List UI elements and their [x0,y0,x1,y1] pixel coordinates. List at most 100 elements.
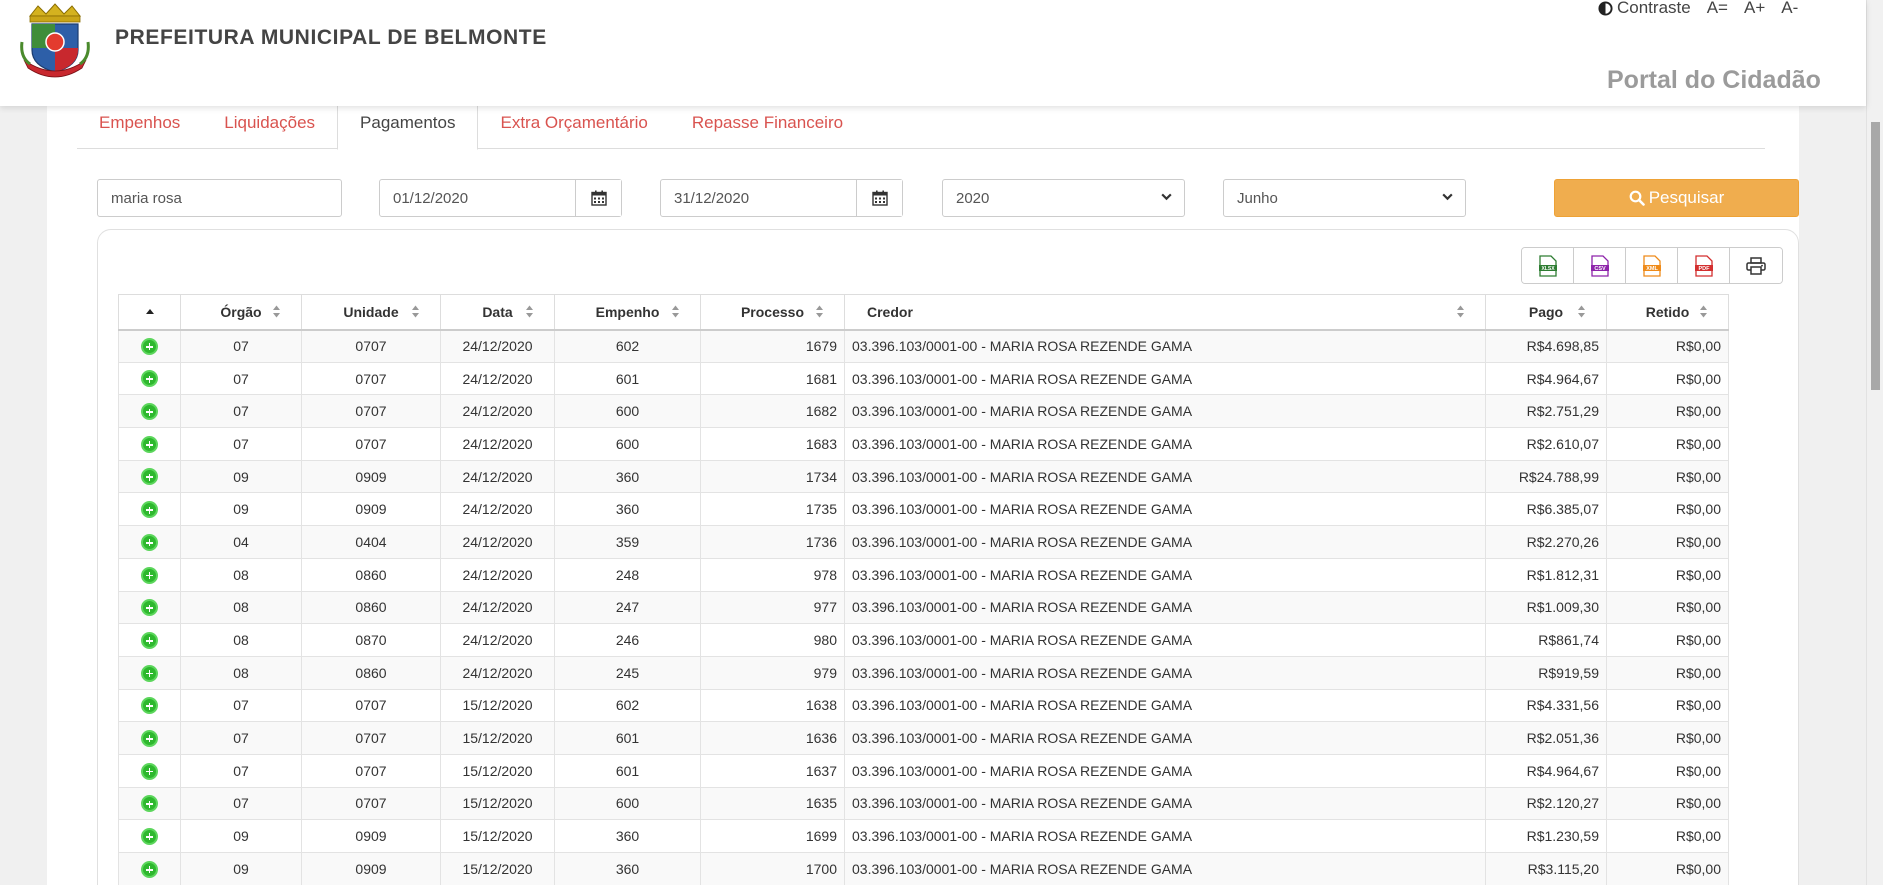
xlsx-icon: XLSX [1538,254,1557,277]
cell-retido: R$0,00 [1606,753,1729,788]
contrast-toggle[interactable]: Contraste [1598,0,1691,18]
expand-row-plus-icon[interactable] [141,795,158,813]
date-to-calendar-button[interactable] [856,180,902,216]
expand-row-plus-icon[interactable] [141,337,158,355]
column-header-orgao[interactable]: Órgão [180,294,302,331]
tab-repasse-financeiro[interactable]: Repasse Financeiro [670,106,865,149]
table-row[interactable]: 07 0707 15/12/2020 602 1638 03.396.103/0001-0… [118,688,1729,723]
tab-liquidacoes[interactable]: Liquidações [202,106,337,149]
cell-processo: 978 [700,557,845,592]
results-panel: XLSX CSV XML PDF Órgão Unidade Data Empe… [97,229,1799,885]
column-header-label: Empenho [595,303,660,320]
date-from-input[interactable] [380,180,576,216]
site-title: PREFEITURA MUNICIPAL DE BELMONTE [115,26,547,49]
table-row[interactable]: 07 0707 15/12/2020 601 1637 03.396.103/0001-0… [118,753,1729,788]
cell-data: 15/12/2020 [440,852,555,885]
cell-pago: R$2.120,27 [1485,786,1607,821]
site-header: PREFEITURA MUNICIPAL DE BELMONTE Contras… [0,0,1866,106]
year-select[interactable]: 2020 [943,180,1184,216]
expand-cell [118,688,181,723]
year-select-wrapper: 2020 [942,179,1185,217]
expand-row-plus-icon[interactable] [141,370,158,388]
expand-row-plus-icon[interactable] [141,729,158,747]
font-reset-button[interactable]: A= [1707,0,1728,18]
column-header-label: Unidade [343,303,399,320]
expand-row-plus-icon[interactable] [141,435,158,453]
column-header-credor[interactable]: Credor [844,294,1486,331]
column-header-processo[interactable]: Processo [700,294,845,331]
table-body: 07 0707 24/12/2020 602 1679 03.396.103/0001-0… [118,329,1729,885]
expand-row-plus-icon[interactable] [141,599,158,617]
cell-orgao: 07 [180,361,302,396]
cell-processo: 977 [700,590,845,625]
table-row[interactable]: 07 0707 15/12/2020 601 1636 03.396.103/0001-0… [118,721,1729,755]
table-row[interactable]: 09 0909 15/12/2020 360 1700 03.396.103/0001-0… [118,852,1729,885]
expand-row-plus-icon[interactable] [141,664,158,682]
export-xml-button[interactable]: XML [1626,248,1678,283]
sort-both-icon [526,305,533,318]
cell-data: 15/12/2020 [440,753,555,788]
expand-row-plus-icon[interactable] [141,533,158,551]
column-header-unidade[interactable]: Unidade [301,294,441,331]
cell-processo: 1682 [700,394,845,429]
date-to-input[interactable] [661,180,857,216]
table-row[interactable]: 08 0870 24/12/2020 246 980 03.396.103/0001-00… [118,623,1729,657]
table-row[interactable]: 09 0909 24/12/2020 360 1734 03.396.103/0001-0… [118,459,1729,494]
table-row[interactable]: 08 0860 24/12/2020 247 977 03.396.103/0001-00… [118,590,1729,625]
cell-pago: R$2.051,36 [1485,721,1607,755]
expand-cell [118,590,181,625]
expand-row-plus-icon[interactable] [141,828,158,846]
cell-empenho: 360 [554,819,701,853]
city-coat-of-arms-logo[interactable] [20,2,90,78]
table-row[interactable]: 07 0707 24/12/2020 602 1679 03.396.103/0001-0… [118,329,1729,363]
table-row[interactable]: 04 0404 24/12/2020 359 1736 03.396.103/0001-0… [118,525,1729,559]
expand-row-plus-icon[interactable] [141,403,158,421]
expand-row-plus-icon[interactable] [141,631,158,649]
scrollbar-thumb[interactable] [1871,122,1880,390]
table-row[interactable]: 08 0860 24/12/2020 248 978 03.396.103/0001-00… [118,557,1729,592]
cell-processo: 1699 [700,819,845,853]
column-header-empenho[interactable]: Empenho [554,294,701,331]
cell-pago: R$1.230,59 [1485,819,1607,853]
expand-row-plus-icon[interactable] [141,501,158,519]
column-header-data[interactable]: Data [440,294,555,331]
cell-data: 15/12/2020 [440,721,555,755]
tab-extra-orcamentario[interactable]: Extra Orçamentário [478,106,669,149]
expand-cell [118,819,181,853]
table-row[interactable]: 09 0909 24/12/2020 360 1735 03.396.103/0001-0… [118,492,1729,527]
expand-row-plus-icon[interactable] [141,697,158,715]
expand-row-plus-icon[interactable] [141,860,158,878]
cell-data: 24/12/2020 [440,557,555,592]
cell-orgao: 07 [180,427,302,461]
expand-row-plus-icon[interactable] [141,762,158,780]
table-row[interactable]: 07 0707 15/12/2020 600 1635 03.396.103/0001-0… [118,786,1729,821]
tab-pagamentos[interactable]: Pagamentos [337,106,479,150]
export-csv-button[interactable]: CSV [1574,248,1626,283]
font-decrease-button[interactable]: A- [1781,0,1798,18]
month-select[interactable]: Junho [1224,180,1465,216]
cell-retido: R$0,00 [1606,786,1729,821]
table-row[interactable]: 07 0707 24/12/2020 601 1681 03.396.103/0001-0… [118,361,1729,396]
date-from-calendar-button[interactable] [575,180,621,216]
column-header-retido[interactable]: Retido [1606,294,1729,331]
table-row[interactable]: 08 0860 24/12/2020 245 979 03.396.103/0001-00… [118,655,1729,690]
expand-row-plus-icon[interactable] [141,468,158,486]
table-row[interactable]: 09 0909 15/12/2020 360 1699 03.396.103/0001-0… [118,819,1729,853]
export-xlsx-button[interactable]: XLSX [1522,248,1574,283]
cell-empenho: 248 [554,557,701,592]
cell-retido: R$0,00 [1606,459,1729,494]
expand-column-header[interactable] [118,294,181,331]
expand-row-plus-icon[interactable] [141,566,158,584]
portal-title: Portal do Cidadão [1607,66,1821,94]
table-row[interactable]: 07 0707 24/12/2020 600 1683 03.396.103/0001-0… [118,427,1729,461]
tab-empenhos[interactable]: Empenhos [77,106,202,149]
credor-search-input[interactable] [98,180,341,216]
page-scrollbar[interactable] [1866,0,1883,885]
table-row[interactable]: 07 0707 24/12/2020 600 1682 03.396.103/0001-0… [118,394,1729,429]
print-button[interactable] [1730,248,1782,283]
export-pdf-button[interactable]: PDF [1678,248,1730,283]
search-button[interactable]: Pesquisar [1554,179,1799,217]
font-increase-button[interactable]: A+ [1744,0,1765,18]
cell-empenho: 601 [554,753,701,788]
column-header-pago[interactable]: Pago [1485,294,1607,331]
